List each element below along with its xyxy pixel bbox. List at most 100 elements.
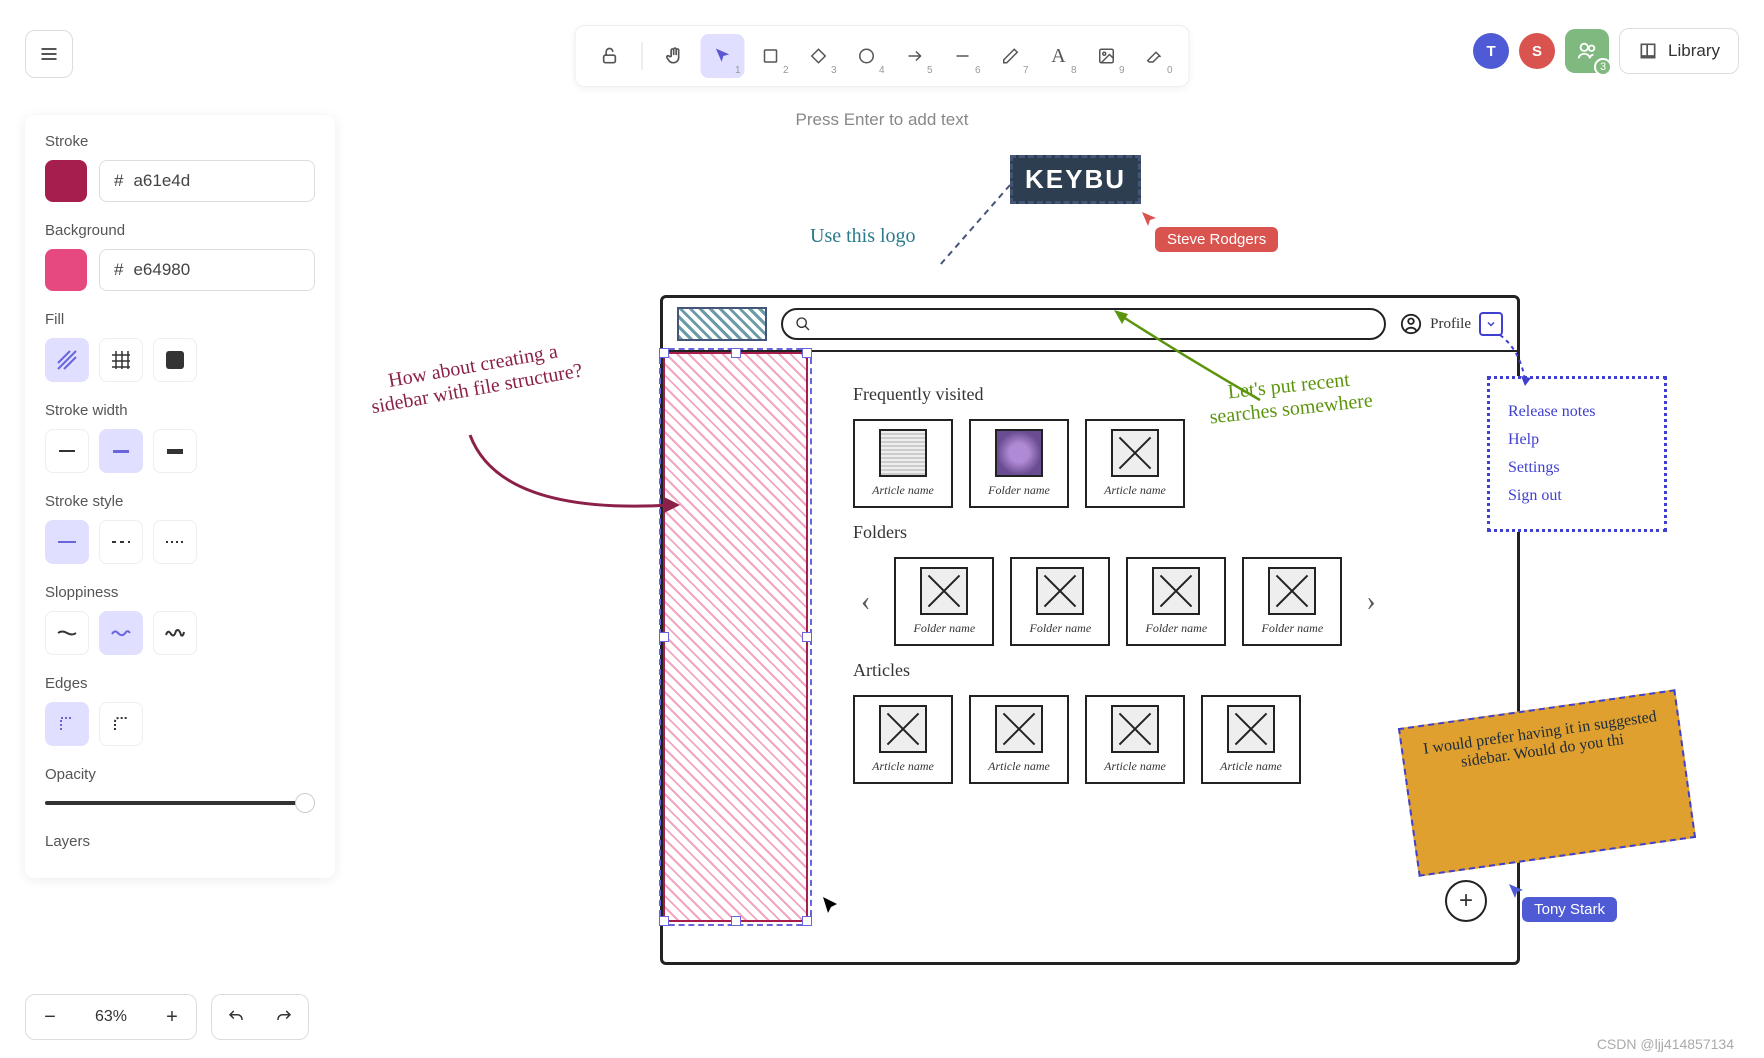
article-card[interactable]: Article name [853, 695, 953, 784]
background-hex-input[interactable]: #e64980 [99, 249, 315, 291]
profile-dropdown[interactable]: Release notes Help Settings Sign out [1487, 376, 1667, 532]
nav-next[interactable]: › [1358, 586, 1383, 618]
nav-prev[interactable]: ‹ [853, 586, 878, 618]
image-tool[interactable]: 9 [1085, 34, 1129, 78]
bottom-left-controls: − 63% + [25, 994, 309, 1040]
dropdown-item[interactable]: Settings [1508, 459, 1646, 477]
wireframe-profile[interactable]: Profile [1400, 312, 1503, 336]
resize-handle[interactable] [802, 632, 812, 642]
resize-handle[interactable] [731, 916, 741, 926]
pencil-tool[interactable]: 7 [989, 34, 1033, 78]
article-card[interactable]: Article name [1085, 695, 1185, 784]
rectangle-tool[interactable]: 2 [749, 34, 793, 78]
square-icon [762, 47, 780, 65]
text-tool[interactable]: A8 [1037, 34, 1081, 78]
canvas[interactable]: KEYBU Use this logo Steve Rodgers Profil… [370, 155, 1724, 998]
resize-handle[interactable] [659, 348, 669, 358]
thumb [879, 429, 927, 477]
pencil-icon [1002, 47, 1020, 65]
folders-title: Folders [853, 522, 1487, 543]
zoom-out-button[interactable]: − [26, 995, 74, 1039]
resize-handle[interactable] [659, 916, 669, 926]
eraser-icon [1146, 47, 1164, 65]
thumb [1152, 567, 1200, 615]
tool-shortcut: 9 [1119, 65, 1125, 76]
stroke-medium[interactable] [99, 429, 143, 473]
library-button[interactable]: Library [1619, 28, 1739, 74]
diamond-tool[interactable]: 3 [797, 34, 841, 78]
folder-card[interactable]: Folder name [1010, 557, 1110, 646]
thumb [1268, 567, 1316, 615]
folder-card[interactable]: Folder name [894, 557, 994, 646]
canvas-cursor [820, 895, 842, 917]
edges-heading: Edges [45, 675, 315, 692]
edges-round[interactable] [99, 702, 143, 746]
wave1-icon [57, 628, 77, 638]
stroke-style-heading: Stroke style [45, 493, 315, 510]
arrow-tool[interactable]: 5 [893, 34, 937, 78]
redo-button[interactable] [260, 995, 308, 1039]
eraser-tool[interactable]: 0 [1133, 34, 1177, 78]
stroke-thin[interactable] [45, 429, 89, 473]
stroke-hex-value: a61e4d [133, 171, 190, 191]
sloppy-cartoonist[interactable] [153, 611, 197, 655]
zoom-level[interactable]: 63% [74, 995, 148, 1039]
freq-card[interactable]: Article name [853, 419, 953, 508]
stroke-solid[interactable] [45, 520, 89, 564]
stroke-thick[interactable] [153, 429, 197, 473]
dropdown-item[interactable]: Sign out [1508, 487, 1646, 505]
articles-title: Articles [853, 660, 1487, 681]
stroke-dashed[interactable] [99, 520, 143, 564]
article-card[interactable]: Article name [1201, 695, 1301, 784]
resize-handle[interactable] [802, 916, 812, 926]
wireframe-search[interactable] [781, 308, 1386, 340]
lock-tool[interactable] [588, 34, 632, 78]
background-swatch[interactable] [45, 249, 87, 291]
ellipse-tool[interactable]: 4 [845, 34, 889, 78]
add-button[interactable]: + [1445, 880, 1487, 922]
opacity-slider[interactable] [45, 793, 315, 813]
thumb [995, 705, 1043, 753]
resize-handle[interactable] [731, 348, 741, 358]
annotation-use-logo[interactable]: Use this logo [810, 225, 916, 248]
resize-handle[interactable] [802, 348, 812, 358]
resize-handle[interactable] [659, 632, 669, 642]
fill-hachure[interactable] [45, 338, 89, 382]
freq-card[interactable]: Folder name [969, 419, 1069, 508]
card-label: Folder name [1252, 621, 1332, 636]
freq-card[interactable]: Article name [1085, 419, 1185, 508]
slider-thumb[interactable] [295, 793, 315, 813]
zoom-in-button[interactable]: + [148, 995, 196, 1039]
article-card[interactable]: Article name [969, 695, 1069, 784]
collaborators-button[interactable]: 3 [1565, 29, 1609, 73]
sharp-icon [58, 715, 76, 733]
avatar-s[interactable]: S [1519, 33, 1555, 69]
sloppy-architect[interactable] [45, 611, 89, 655]
cursor-label-tony: Tony Stark [1522, 897, 1617, 922]
dropdown-item[interactable]: Help [1508, 431, 1646, 449]
edges-sharp[interactable] [45, 702, 89, 746]
fill-solid[interactable] [153, 338, 197, 382]
main-menu-button[interactable] [25, 30, 73, 78]
dropdown-item[interactable]: Release notes [1508, 403, 1646, 421]
card-label: Folder name [1020, 621, 1100, 636]
selection-tool[interactable]: 1 [701, 34, 745, 78]
hand-tool[interactable] [653, 34, 697, 78]
stroke-dotted[interactable] [153, 520, 197, 564]
annotation-sidebar-idea[interactable]: How about creating a sidebar with file s… [358, 335, 592, 420]
thumb [1111, 429, 1159, 477]
folder-card[interactable]: Folder name [1126, 557, 1226, 646]
sloppy-artist[interactable] [99, 611, 143, 655]
thumb [1111, 705, 1159, 753]
wireframe-logo-placeholder[interactable] [677, 307, 767, 341]
folder-card[interactable]: Folder name [1242, 557, 1342, 646]
profile-label: Profile [1430, 316, 1471, 333]
line-tool[interactable]: 6 [941, 34, 985, 78]
fill-cross[interactable] [99, 338, 143, 382]
undo-button[interactable] [212, 995, 260, 1039]
stroke-swatch[interactable] [45, 160, 87, 202]
stroke-hex-input[interactable]: #a61e4d [99, 160, 315, 202]
card-label: Article name [979, 759, 1059, 774]
wireframe-window[interactable]: Profile Frequently visited Article name [660, 295, 1520, 965]
avatar-t[interactable]: T [1473, 33, 1509, 69]
